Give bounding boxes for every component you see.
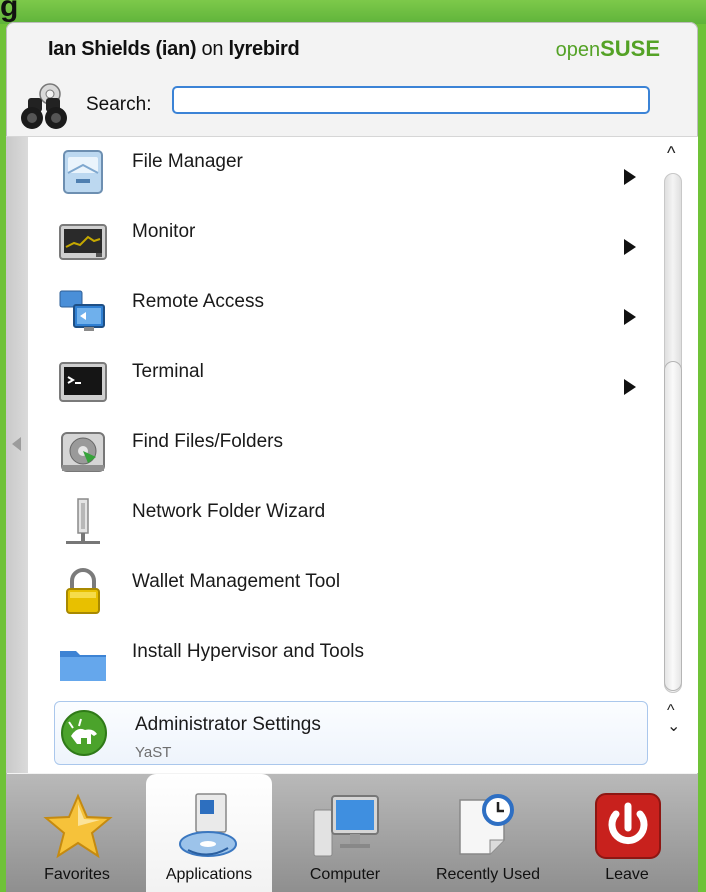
- list-item-network-folder-wizard[interactable]: Network Folder Wizard: [52, 489, 650, 553]
- lock-icon: [66, 568, 100, 614]
- yast-icon: [61, 710, 107, 756]
- tab-applications[interactable]: Applications: [146, 774, 272, 892]
- list-item-wallet-management[interactable]: Wallet Management Tool: [52, 559, 650, 623]
- list-item-terminal[interactable]: Terminal: [52, 349, 650, 413]
- tab-label: Recently Used: [435, 866, 541, 883]
- find-files-icon: [61, 432, 105, 472]
- scroll-track[interactable]: [664, 173, 682, 693]
- tab-recently-used[interactable]: Recently Used: [418, 774, 558, 892]
- monitor-icon: [59, 224, 107, 260]
- list-item-administrator-settings[interactable]: Administrator Settings YaST: [54, 701, 648, 765]
- binoculars-gear-icon: [21, 83, 67, 129]
- clock-document-icon: [459, 794, 514, 855]
- power-icon: [595, 793, 661, 859]
- item-label: Find Files/Folders: [132, 431, 283, 452]
- tab-computer[interactable]: Computer: [282, 774, 408, 892]
- item-label: Administrator Settings: [135, 714, 321, 735]
- tab-label: Favorites: [44, 866, 110, 883]
- item-sublabel: YaST: [135, 744, 172, 761]
- scroll-thumb[interactable]: [664, 361, 682, 691]
- item-label: File Manager: [132, 151, 243, 172]
- list-item-file-manager[interactable]: File Manager: [52, 139, 650, 203]
- user-on: on: [196, 38, 229, 60]
- submenu-arrow-icon: [624, 239, 636, 255]
- submenu-arrow-icon: [624, 309, 636, 325]
- network-folder-icon: [66, 498, 100, 544]
- item-label: Wallet Management Tool: [132, 571, 341, 592]
- search-input[interactable]: [172, 86, 650, 114]
- host-name: lyrebird: [228, 38, 300, 60]
- list-item-find-files[interactable]: Find Files/Folders: [52, 419, 650, 483]
- item-label: Terminal: [132, 361, 204, 382]
- search-label: Search:: [86, 94, 152, 115]
- kickoff-menu: Ian Shields (ian) on lyrebird openSUSE S…: [6, 22, 698, 892]
- terminal-icon: [59, 362, 107, 402]
- corner-text: g: [0, 0, 19, 23]
- desktop-background: [0, 0, 706, 24]
- submenu-arrow-icon: [624, 379, 636, 395]
- tab-leave[interactable]: Leave: [564, 774, 690, 892]
- item-label: Monitor: [132, 221, 196, 242]
- tab-label: Applications: [165, 866, 253, 883]
- user-info: Ian Shields (ian) on lyrebird: [48, 38, 300, 61]
- list-item-install-hypervisor[interactable]: Install Hypervisor and Tools: [52, 629, 650, 693]
- list-item-monitor[interactable]: Monitor: [52, 209, 650, 273]
- menu-header: Ian Shields (ian) on lyrebird openSUSE S…: [6, 22, 698, 134]
- list-item-remote-access[interactable]: Remote Access: [52, 279, 650, 343]
- tab-label: Computer: [309, 866, 381, 883]
- search-bar: Search:: [16, 82, 676, 132]
- folder-icon: [60, 651, 106, 681]
- item-label: Network Folder Wizard: [132, 501, 326, 522]
- tab-bar: Favorites Applications Computer Recently…: [6, 774, 698, 892]
- computer-icon: [313, 795, 379, 857]
- tab-favorites[interactable]: Favorites: [14, 774, 140, 892]
- brand-suse: SUSE: [600, 36, 660, 61]
- application-list: File Manager Monitor Remote Access Termi…: [6, 136, 698, 773]
- scrollbar[interactable]: ^ ^ ⌄: [662, 143, 688, 767]
- file-manager-icon: [63, 150, 103, 194]
- item-label: Install Hypervisor and Tools: [132, 641, 364, 662]
- back-arrow-icon: [12, 437, 21, 451]
- remote-access-icon: [59, 290, 105, 331]
- scroll-up-down-arrows-icon[interactable]: ^ ⌄: [667, 703, 680, 735]
- item-label: Remote Access: [132, 291, 264, 312]
- user-name: Ian Shields (ian): [48, 38, 197, 60]
- tab-label: Leave: [605, 866, 649, 883]
- back-button[interactable]: [6, 137, 28, 773]
- submenu-arrow-icon: [624, 169, 636, 185]
- brand-open: open: [555, 39, 601, 61]
- star-icon: [43, 793, 113, 859]
- opensuse-logo: openSUSE: [556, 36, 660, 62]
- scroll-up-arrow-icon[interactable]: ^: [667, 143, 675, 164]
- applications-icon: [179, 793, 237, 857]
